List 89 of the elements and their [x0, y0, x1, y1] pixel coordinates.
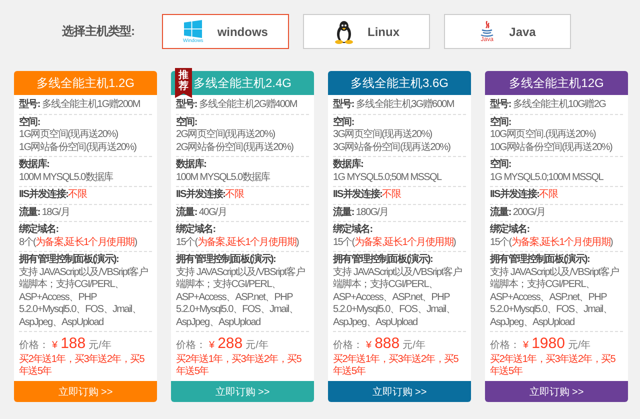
spec-label: 空间: [490, 116, 512, 129]
plan-title: 多线全能主机12G [485, 71, 628, 95]
promo-text: 买2年送1年，买3年送2年，买5年送5年 [176, 353, 302, 379]
spec-label: 绑定域名: [333, 224, 374, 236]
spec-label: 绑定域名: [176, 224, 216, 236]
order-button[interactable]: 立即订购 >> [328, 381, 471, 402]
spec-label: 拥有管理控制面板(演示): [333, 254, 434, 266]
recommend-ribbon: 推荐 [175, 68, 192, 98]
spec-value: 200G/月 [512, 206, 546, 219]
spec-label: IIS并发连接: [176, 189, 226, 200]
os-option[interactable]: Linux [303, 14, 430, 49]
spec-value: 3G网页空间(现再送20%) [333, 129, 433, 142]
spec-value: 支持 JAVAScript以及/VBSript客户端脚本；支持CGI/PERL、ASP+Access、ASP.net、PHP 5.2.0+Mysql5.0、FOS、Jmail、AspJpeg、AspUpload [333, 266, 463, 329]
spec-label: 空间: [19, 116, 41, 129]
price-label: 价格： [333, 338, 363, 352]
spec-label: 型号: [333, 99, 354, 110]
spec-value: 1G MYSQL5.0;50M MSSQL [333, 172, 443, 184]
promo-text: 买2年送1年，买3年送2年，买5年送5年 [333, 353, 460, 379]
spec-label: 流量: [490, 206, 511, 218]
spec-value: 10G网页空间.(现再送20%) [490, 129, 597, 142]
price-value: 888 [374, 335, 400, 352]
spec-value: 1G网页空间(现再送20%) [19, 129, 119, 142]
price-unit: 元/年 [568, 339, 591, 352]
spec-label: IIS并发连接: [490, 189, 540, 200]
spec-label: 绑定域名: [19, 224, 60, 236]
spec-value: 不限 [225, 189, 244, 200]
spec-label: 型号: [19, 99, 40, 110]
spec-value: 8个(为备案,延长1个月使用期) [19, 236, 138, 249]
price-value: 188 [60, 335, 86, 352]
spec-value: 多线全能主机2G赠400M [198, 99, 297, 112]
spec-label: 数据库: [19, 159, 50, 172]
penguin-icon [334, 20, 354, 44]
spec-value: 多线全能主机10G赠2G [512, 99, 606, 112]
spec-label: 绑定域名: [490, 224, 530, 236]
price-label: 价格： [490, 338, 520, 352]
order-button[interactable]: 立即订购 >> [485, 381, 628, 402]
spec-value: 不限 [68, 189, 87, 200]
spec-value: 18G/月 [42, 206, 70, 219]
spec-label: 型号: [176, 99, 197, 110]
price-unit: 元/年 [402, 339, 426, 352]
currency-sign: ¥ [523, 340, 529, 351]
spec-label: 型号: [490, 99, 511, 110]
spec-value: 180G/月 [356, 206, 388, 219]
price-value: 1980 [532, 335, 565, 352]
spec-value: 1G MYSQL5.0;100M MSSQL [490, 172, 604, 184]
promo-text: 买2年送1年，买3年送2年，买5年送5年 [19, 353, 146, 379]
spec-label: 数据库: [333, 159, 364, 172]
currency-sign: ¥ [209, 340, 215, 351]
spec-label: 流量: [176, 206, 197, 218]
spec-value: 15个(为备案,延长1个月使用期) [176, 236, 300, 249]
spec-label: 拥有管理控制面板(演示): [19, 254, 120, 266]
currency-sign: ¥ [366, 340, 372, 351]
spec-label: 空间: [333, 116, 355, 129]
price-label: 价格： [176, 338, 206, 352]
spec-value: 2G网站备份空间(现再送20%) [176, 142, 294, 154]
spec-value: 15个(为备案,延长1个月使用期) [333, 236, 457, 249]
spec-label: 空间: [490, 159, 512, 172]
spec-value: 100M MYSQL5.0数据库 [176, 172, 272, 184]
price-label: 价格： [19, 338, 49, 352]
spec-value: 15个(为备案,延长1个月使用期) [490, 236, 614, 249]
spec-value: 1G网站备份空间(现再送20%) [19, 142, 138, 154]
price-value: 288 [218, 335, 243, 352]
spec-value: 多线全能主机1G赠200M [42, 99, 140, 112]
spec-value: 100M MYSQL5.0数据库 [19, 172, 114, 184]
spec-value: 2G网页空间(现再送20%) [176, 129, 276, 142]
spec-value: 40G/月 [198, 206, 227, 219]
plan-title: 多线全能主机1.2G [14, 71, 157, 95]
spec-value: 支持 JAVAScript以及/VBSript客户端脚本；支持CGI/PERL、ASP+Access、ASP.net、PHP 5.2.0+Mysql5.0、FOS、Jmail、AspJpeg、AspUpload [490, 266, 620, 329]
spec-label: 流量: [333, 206, 354, 218]
spec-label: 拥有管理控制面板(演示): [490, 254, 591, 266]
spec-value: 3G网站备份空间(现再送20%) [333, 142, 452, 154]
spec-label: 数据库: [176, 159, 208, 172]
spec-value: 支持 JAVAScript以及/VBSript客户端脚本；支持CGI/PERL、ASP+Access、ASP.net、PHP 5.2.0+Mysql5.0、FOS、Jmail、AspJpeg、AspUpload [176, 266, 306, 329]
spec-value: 支持 JAVAScript以及/VBSript客户端脚本；支持CGI/PERL、ASP+Access、PHP 5.2.0+Mysql5.0、FOS、Jmail、AspJpeg、AspUpload [19, 266, 149, 329]
price-unit: 元/年 [246, 339, 268, 352]
promo-text: 买2年送1年，买3年送2年，买5年送5年 [490, 353, 616, 379]
spec-label: 空间: [176, 116, 198, 129]
host-type-label: 选择主机类型: [62, 23, 136, 40]
plan-title: 多线全能主机3.6G [328, 71, 471, 95]
price-unit: 元/年 [88, 339, 112, 352]
spec-value: 10G网站备份空间(现再送20%) [490, 142, 614, 154]
spec-label: 拥有管理控制面板(演示): [176, 254, 277, 266]
spec-label: 流量: [19, 206, 40, 218]
spec-value: 不限 [539, 189, 558, 200]
spec-value: 多线全能主机3G赠600M [356, 99, 454, 112]
spec-label: IIS并发连接: [19, 189, 68, 200]
spec-value: 不限 [382, 189, 401, 200]
currency-sign: ¥ [52, 340, 58, 351]
spec-label: IIS并发连接: [333, 189, 382, 200]
